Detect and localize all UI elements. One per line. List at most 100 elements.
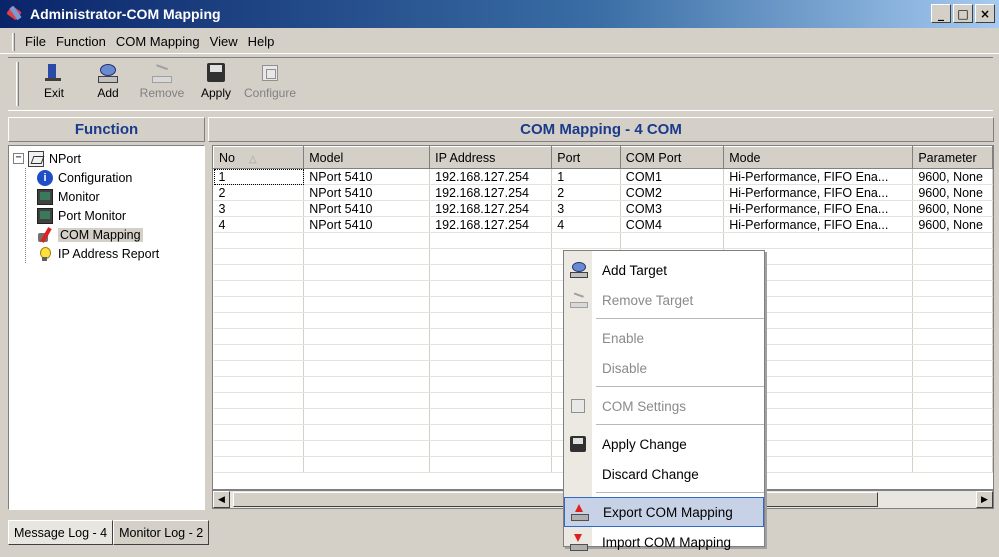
tree-label-com-mapping: COM Mapping [58, 227, 143, 242]
remove-button[interactable]: Remove [137, 62, 187, 108]
table-row[interactable]: 1 NPort 5410 192.168.127.254 1 COM1 Hi-P… [213, 168, 993, 185]
cell-no: 1 [213, 168, 305, 185]
collapse-toggle[interactable]: − [13, 153, 24, 164]
cell-ip-address: 192.168.127.254 [429, 216, 553, 233]
exit-button[interactable]: Exit [29, 62, 79, 108]
cell-model: NPort 5410 [303, 184, 431, 201]
cell-mode: Hi-Performance, FIFO Ena... [723, 168, 914, 185]
tree-label-port-monitor: Port Monitor [58, 208, 127, 223]
maximize-button[interactable]: □ [953, 4, 973, 23]
menu-com-settings[interactable]: COM Settings [564, 391, 764, 421]
cell-model: NPort 5410 [303, 200, 431, 217]
tree-item-monitor[interactable]: Monitor [9, 187, 204, 206]
cell-model: NPort 5410 [303, 168, 431, 185]
exit-label: Exit [43, 86, 64, 100]
menu-disable[interactable]: Disable [564, 353, 764, 383]
menu-com-mapping[interactable]: COM Mapping [111, 34, 205, 49]
com-mapping-icon [37, 227, 53, 243]
menu-add-target[interactable]: Add Target [564, 255, 764, 285]
log-tabs: Message Log - 4 Monitor Log - 2 [8, 520, 210, 545]
apply-button[interactable]: Apply [191, 62, 241, 108]
table-row[interactable]: 2 NPort 5410 192.168.127.254 2 COM2 Hi-P… [213, 184, 993, 201]
cell-mode: Hi-Performance, FIFO Ena... [723, 184, 914, 201]
cell-parameter: 9600, None [912, 200, 993, 217]
settings-icon [259, 62, 281, 84]
tree-item-ip-address-report[interactable]: IP Address Report [9, 244, 204, 263]
menu-help[interactable]: Help [243, 34, 280, 49]
tree-item-configuration[interactable]: i Configuration [9, 168, 204, 187]
app-icon [6, 5, 24, 23]
cell-parameter: 9600, None [912, 184, 993, 201]
column-header-com-port[interactable]: COM Port [619, 146, 725, 169]
export-icon [571, 504, 589, 521]
menu-separator [596, 424, 764, 426]
cell-mode: Hi-Performance, FIFO Ena... [723, 216, 914, 233]
column-header-ip-address[interactable]: IP Address [429, 146, 553, 169]
cell-ip-address: 192.168.127.254 [429, 200, 553, 217]
column-header-model[interactable]: Model [303, 146, 431, 169]
cell-port: 3 [551, 200, 621, 217]
menu-function[interactable]: Function [51, 34, 111, 49]
cell-com-port: COM1 [620, 168, 725, 185]
menu-discard-change[interactable]: Discard Change [564, 459, 764, 489]
menu-label: Remove Target [602, 292, 694, 308]
info-icon: i [37, 169, 53, 186]
cell-ip-address: 192.168.127.254 [429, 168, 553, 185]
remove-target-icon [570, 292, 588, 308]
menu-enable[interactable]: Enable [564, 323, 764, 353]
tab-monitor-log[interactable]: Monitor Log - 2 [113, 520, 210, 545]
configure-label: Configure [243, 86, 297, 100]
menu-label: Enable [602, 330, 645, 346]
menu-export-com-mapping[interactable]: Export COM Mapping [564, 497, 764, 527]
scroll-thumb[interactable] [233, 492, 878, 507]
bulb-icon [37, 246, 53, 262]
menu-apply-change[interactable]: Apply Change [564, 429, 764, 459]
tree-label-ip-address-report: IP Address Report [58, 246, 160, 261]
cell-no: 4 [213, 216, 305, 233]
cell-port: 1 [551, 168, 621, 185]
menu-remove-target[interactable]: Remove Target [564, 285, 764, 315]
column-header-no[interactable]: No △ [213, 146, 305, 169]
title-bar: Administrator-COM Mapping _ □ × [0, 0, 999, 28]
menu-label: Disable [602, 360, 648, 376]
toolbar: Exit Add Remove Apply Configure [8, 57, 993, 111]
column-header-mode[interactable]: Mode [723, 146, 914, 169]
window-title: Administrator-COM Mapping [30, 6, 221, 22]
cell-port: 4 [551, 216, 621, 233]
column-header-parameter[interactable]: Parameter [912, 146, 993, 169]
cell-parameter: 9600, None [912, 216, 993, 233]
cell-no: 2 [213, 184, 305, 201]
column-header-port[interactable]: Port [551, 146, 621, 169]
tree-item-port-monitor[interactable]: Port Monitor [9, 206, 204, 225]
tab-message-log[interactable]: Message Log - 4 [8, 520, 114, 545]
menu-file[interactable]: File [20, 34, 51, 49]
add-target-icon [97, 62, 119, 84]
tree-item-com-mapping[interactable]: COM Mapping [9, 225, 204, 244]
cell-ip-address: 192.168.127.254 [429, 184, 553, 201]
tree-node-nport[interactable]: − NPort [9, 149, 204, 168]
import-icon [570, 534, 588, 551]
scroll-right-button[interactable]: ▶ [976, 491, 993, 508]
table-row[interactable]: 3 NPort 5410 192.168.127.254 3 COM3 Hi-P… [213, 200, 993, 217]
tree-label-monitor: Monitor [58, 189, 100, 204]
configure-button[interactable]: Configure [243, 62, 297, 108]
cell-com-port: COM3 [620, 200, 725, 217]
scroll-left-button[interactable]: ◀ [213, 491, 230, 508]
minimize-button[interactable]: _ [931, 4, 951, 23]
menu-separator [596, 492, 764, 494]
menu-view[interactable]: View [205, 34, 243, 49]
cell-mode: Hi-Performance, FIFO Ena... [723, 200, 914, 217]
settings-icon [570, 398, 586, 414]
com-mapping-panel-header: COM Mapping - 4 COM [208, 117, 994, 142]
context-menu: Add Target Remove Target Enable Disable … [563, 250, 765, 551]
port-monitor-icon [37, 207, 53, 224]
window-controls: _ □ × [931, 4, 995, 23]
menu-label: COM Settings [602, 398, 687, 414]
menu-import-com-mapping[interactable]: Import COM Mapping [564, 527, 764, 557]
add-button[interactable]: Add [83, 62, 133, 108]
table-row[interactable]: 4 NPort 5410 192.168.127.254 4 COM4 Hi-P… [213, 216, 993, 233]
empty-row [213, 232, 993, 249]
save-disk-icon [570, 436, 586, 452]
menu-bar: File Function COM Mapping View Help [0, 30, 999, 54]
close-button[interactable]: × [975, 4, 995, 23]
